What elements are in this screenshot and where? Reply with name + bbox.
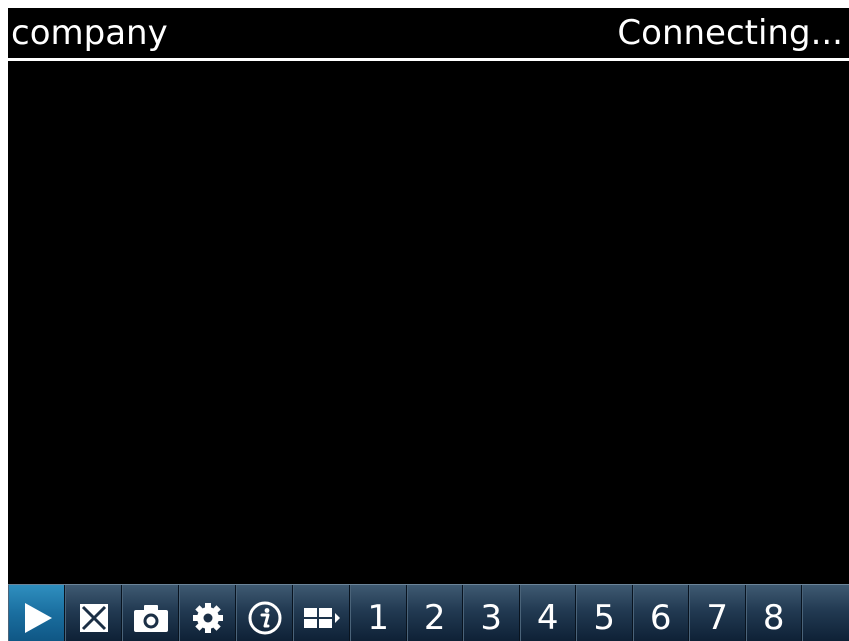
settings-button[interactable] — [179, 585, 236, 641]
stop-button[interactable] — [65, 585, 122, 641]
channel-label: 2 — [423, 597, 446, 638]
camera-viewer-screen: company Connecting... 1 2 3 4 5 6 7 8 — [8, 8, 849, 641]
channel-button-3[interactable]: 3 — [463, 585, 520, 641]
channel-button-7[interactable]: 7 — [689, 585, 746, 641]
channel-label: 4 — [536, 597, 559, 638]
layout-button[interactable] — [293, 585, 350, 641]
toolbar-filler — [802, 585, 849, 641]
close-box-icon — [77, 593, 111, 635]
info-icon — [247, 592, 283, 636]
channel-label: 1 — [367, 597, 390, 638]
channel-button-8[interactable]: 8 — [745, 585, 802, 641]
camera-name: company — [11, 13, 168, 53]
channel-button-6[interactable]: 6 — [632, 585, 689, 641]
connection-status: Connecting... — [617, 13, 843, 53]
grid-layout-icon — [302, 593, 342, 635]
snapshot-button[interactable] — [122, 585, 179, 641]
channel-label: 7 — [706, 597, 729, 638]
channel-button-4[interactable]: 4 — [519, 585, 576, 641]
camera-icon — [132, 593, 170, 635]
play-icon — [19, 592, 55, 636]
info-button[interactable] — [236, 585, 293, 641]
play-button[interactable] — [8, 585, 65, 641]
bottom-toolbar: 1 2 3 4 5 6 7 8 — [8, 584, 849, 641]
channel-label: 8 — [762, 597, 785, 638]
channel-button-2[interactable]: 2 — [406, 585, 463, 641]
channel-label: 3 — [480, 597, 503, 638]
video-view[interactable] — [8, 61, 849, 583]
channel-label: 6 — [649, 597, 672, 638]
channel-label: 5 — [593, 597, 616, 638]
gear-icon — [191, 593, 225, 635]
channel-button-5[interactable]: 5 — [576, 585, 633, 641]
header-bar: company Connecting... — [8, 8, 849, 61]
channel-button-1[interactable]: 1 — [350, 585, 407, 641]
